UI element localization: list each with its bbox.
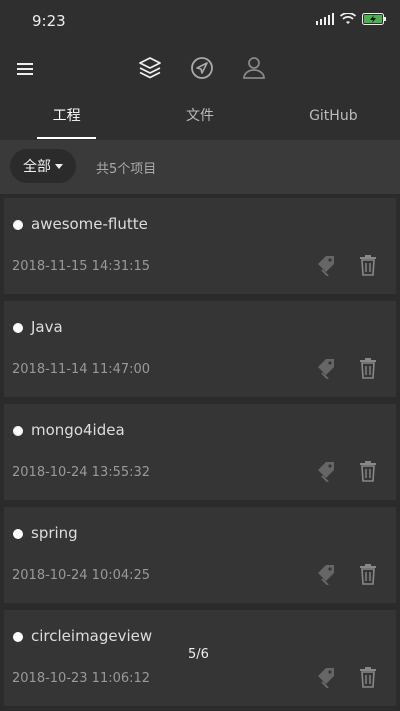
- status-icons: [316, 13, 386, 25]
- status-dot: [13, 426, 23, 436]
- project-card[interactable]: mongo4idea 2018-10-24 13:55:32: [4, 404, 396, 500]
- pager-indicator: 5/6: [188, 647, 209, 662]
- trash-icon[interactable]: [358, 563, 378, 585]
- status-dot: [13, 632, 23, 642]
- layers-icon[interactable]: [136, 54, 164, 82]
- status-time: 9:23: [32, 12, 66, 30]
- project-name: circleimageview: [31, 627, 153, 645]
- status-dot: [13, 529, 23, 539]
- app-bar: [0, 44, 400, 94]
- status-dot: [13, 323, 23, 333]
- project-name: spring: [31, 524, 78, 542]
- project-date: 2018-11-14 11:47:00: [12, 362, 151, 377]
- tab-projects[interactable]: 工程: [0, 94, 133, 140]
- tag-icon[interactable]: [316, 460, 338, 482]
- trash-icon[interactable]: [358, 357, 378, 379]
- project-card[interactable]: spring 2018-10-24 10:04:25: [4, 507, 396, 603]
- tab-files[interactable]: 文件: [133, 94, 266, 140]
- project-date: 2018-11-15 14:31:15: [12, 259, 151, 274]
- tag-icon[interactable]: [316, 563, 338, 585]
- filter-dropdown[interactable]: 全部: [10, 149, 76, 183]
- view-switcher: [136, 54, 268, 82]
- project-name: Java: [31, 318, 63, 336]
- caret-down-icon: [55, 163, 63, 169]
- project-card[interactable]: Java 2018-11-14 11:47:00: [4, 301, 396, 397]
- trash-icon[interactable]: [358, 666, 378, 688]
- project-count: 共5个项目: [96, 162, 157, 177]
- project-date: 2018-10-24 13:55:32: [12, 465, 151, 480]
- menu-icon[interactable]: [14, 57, 38, 81]
- filter-bar: 全部 共5个项目: [0, 140, 400, 194]
- trash-icon[interactable]: [358, 254, 378, 276]
- status-dot: [13, 220, 23, 230]
- project-name: mongo4idea: [31, 421, 125, 439]
- status-bar: 9:23: [0, 0, 400, 44]
- user-icon[interactable]: [240, 54, 268, 82]
- tag-icon[interactable]: [316, 357, 338, 379]
- battery-icon: [362, 13, 386, 25]
- tag-icon[interactable]: [316, 666, 338, 688]
- project-name: awesome-flutte: [31, 215, 148, 233]
- trash-icon[interactable]: [358, 460, 378, 482]
- tab-bar: 工程 文件 GitHub: [0, 94, 400, 140]
- signal-icon: [316, 13, 334, 25]
- wifi-icon: [340, 13, 356, 24]
- filter-selected: 全部: [23, 159, 51, 175]
- navigation-icon[interactable]: [188, 54, 216, 82]
- project-card[interactable]: awesome-flutte 2018-11-15 14:31:15: [4, 198, 396, 294]
- project-date: 2018-10-24 10:04:25: [12, 568, 151, 583]
- tag-icon[interactable]: [316, 254, 338, 276]
- project-date: 2018-10-23 11:06:12: [12, 671, 151, 686]
- tab-github[interactable]: GitHub: [267, 94, 400, 140]
